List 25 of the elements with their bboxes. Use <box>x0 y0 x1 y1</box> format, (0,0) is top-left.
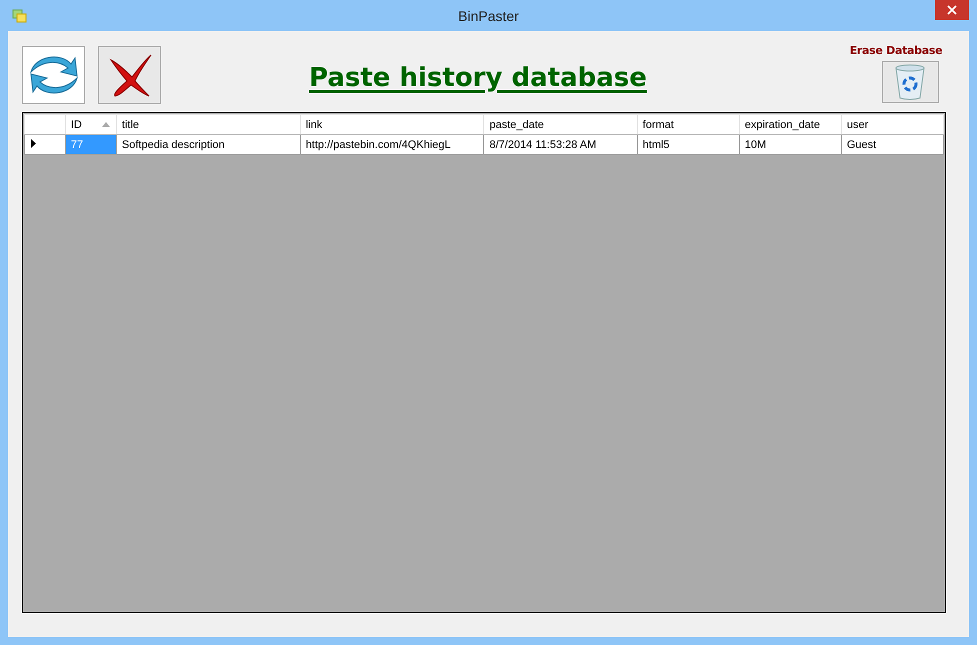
table-cell[interactable]: 8/7/2014 11:53:28 AM <box>484 134 638 154</box>
column-header[interactable]: format <box>637 114 740 134</box>
erase-button[interactable] <box>882 61 938 103</box>
app-icon <box>12 8 28 24</box>
delete-button[interactable] <box>98 46 161 104</box>
column-header[interactable]: expiration_date <box>739 114 842 134</box>
column-header[interactable]: ID <box>65 114 116 134</box>
table-cell[interactable]: http://pastebin.com/4QKhiegL <box>300 134 484 154</box>
page-heading: Paste history database <box>309 63 647 93</box>
row-header-corner <box>24 114 66 134</box>
row-header[interactable] <box>24 134 66 154</box>
close-icon <box>947 5 957 15</box>
column-header[interactable]: title <box>116 114 300 134</box>
table-cell[interactable]: Softpedia description <box>116 134 300 154</box>
column-header[interactable]: user <box>841 114 944 134</box>
window-title: BinPaster <box>458 8 519 24</box>
recycle-bin-icon <box>893 63 927 101</box>
table-cell[interactable]: html5 <box>637 134 740 154</box>
column-header[interactable]: paste_date <box>484 114 638 134</box>
column-header[interactable]: link <box>300 114 484 134</box>
erase-label: Erase Database <box>850 44 942 57</box>
refresh-button[interactable] <box>22 46 85 104</box>
table-cell[interactable]: Guest <box>841 134 944 154</box>
close-button[interactable] <box>935 0 969 20</box>
table-cell[interactable]: 10M <box>739 134 842 154</box>
